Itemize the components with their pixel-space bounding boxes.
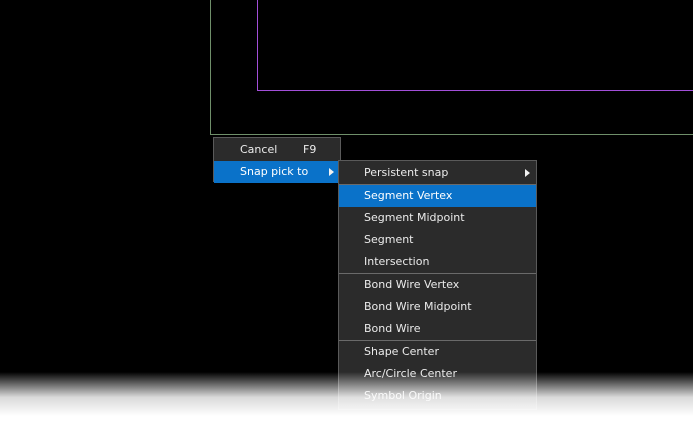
menu-item-label: Segment Vertex <box>364 189 453 202</box>
menu-item-label: Bond Wire <box>364 322 421 335</box>
menu-item-persistent-snap[interactable]: Persistent snap <box>339 162 536 184</box>
menu-item-snap-pick-to[interactable]: Snap pick to <box>214 161 340 183</box>
menu-item-symbol-origin[interactable]: Symbol Origin <box>339 385 536 407</box>
submenu-arrow-icon <box>329 168 334 176</box>
menu-item-shortcut: F9 <box>303 143 317 156</box>
menu-item-label: Cancel <box>240 143 278 156</box>
menu-item-label: Intersection <box>364 255 430 268</box>
menu-item-bond-wire-vertex[interactable]: Bond Wire Vertex <box>339 274 536 296</box>
menu-item-label: Persistent snap <box>364 166 449 179</box>
menu-item-label: Arc/Circle Center <box>364 367 457 380</box>
menu-item-label: Segment Midpoint <box>364 211 465 224</box>
context-menu: Cancel F9 Snap pick to <box>213 137 341 183</box>
menu-item-segment-vertex[interactable]: Segment Vertex <box>339 185 536 207</box>
menu-item-arc-circle-center[interactable]: Arc/Circle Center <box>339 363 536 385</box>
menu-item-bond-wire[interactable]: Bond Wire <box>339 318 536 340</box>
snap-submenu: Persistent snap Segment Vertex Segment M… <box>338 160 537 410</box>
menu-item-shape-center[interactable]: Shape Center <box>339 341 536 363</box>
menu-item-label: Snap pick to <box>240 165 309 178</box>
menu-item-segment[interactable]: Segment <box>339 229 536 251</box>
submenu-arrow-icon <box>525 169 530 177</box>
menu-item-label: Bond Wire Midpoint <box>364 300 472 313</box>
shape-outline <box>257 0 693 91</box>
menu-item-cancel[interactable]: Cancel F9 <box>214 139 340 161</box>
menu-item-segment-midpoint[interactable]: Segment Midpoint <box>339 207 536 229</box>
menu-item-label: Bond Wire Vertex <box>364 278 460 291</box>
menu-item-intersection[interactable]: Intersection <box>339 251 536 273</box>
menu-item-label: Segment <box>364 233 414 246</box>
menu-item-bond-wire-midpoint[interactable]: Bond Wire Midpoint <box>339 296 536 318</box>
menu-item-label: Shape Center <box>364 345 439 358</box>
menu-item-label: Symbol Origin <box>364 389 442 402</box>
